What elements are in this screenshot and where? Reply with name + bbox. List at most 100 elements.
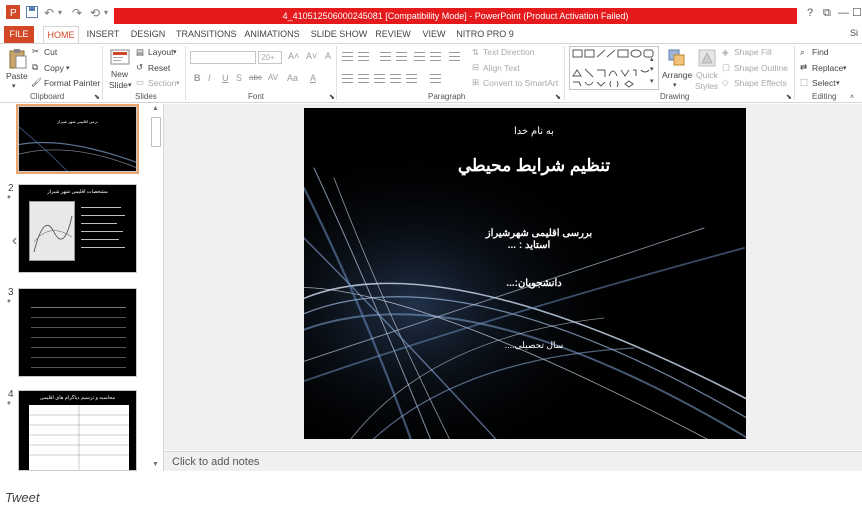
character-spacing-button[interactable]: AV (268, 73, 278, 82)
scroll-down-icon[interactable]: ▼ (152, 461, 159, 468)
minimize-icon[interactable]: — (838, 6, 849, 20)
collapse-panel-icon[interactable]: ‹ (12, 232, 24, 250)
quick-styles-icon[interactable] (698, 49, 716, 70)
font-size-combo[interactable]: 20+ (258, 51, 282, 64)
notes-pane[interactable]: Click to add notes (164, 451, 862, 471)
scroll-up-icon[interactable]: ▲ (152, 105, 159, 112)
cut-button[interactable]: Cut (44, 47, 57, 58)
tab-transitions[interactable]: TRANSITIONS (176, 26, 237, 43)
change-case-button[interactable]: Aa (287, 73, 298, 83)
increase-indent-icon[interactable] (396, 52, 407, 61)
rtl-icon[interactable] (414, 52, 425, 61)
font-launcher-icon[interactable]: ⬊ (329, 92, 335, 103)
select-button[interactable]: Select (812, 78, 836, 89)
tab-home[interactable]: HOME (43, 26, 79, 43)
reset-button[interactable]: Reset (148, 63, 170, 74)
font-color-button[interactable]: A (310, 73, 316, 83)
find-button[interactable]: Find (812, 47, 829, 58)
layout-dropdown-icon[interactable]: ▾ (173, 47, 177, 58)
shapes-more-icon[interactable]: ▾ (650, 76, 654, 87)
shape-effects-button[interactable]: Shape Effects (734, 78, 787, 89)
select-dropdown-icon[interactable]: ▾ (836, 78, 840, 89)
align-right-icon[interactable] (374, 74, 385, 83)
underline-button[interactable]: U (222, 73, 229, 83)
line-spacing-icon[interactable] (449, 52, 460, 61)
slide-academic-year[interactable]: سال تحصیلی.... (494, 340, 574, 351)
tab-design[interactable]: DESIGN (129, 26, 167, 43)
shape-outline-button[interactable]: Shape Outline (734, 63, 788, 74)
bullets-icon[interactable] (342, 52, 353, 61)
slide-thumbnail-2[interactable]: مشخصات اقلیمی شهر شیراز (18, 184, 137, 273)
section-button[interactable]: Section (148, 78, 176, 89)
arrange-button[interactable]: Arrange (662, 70, 692, 81)
numbering-icon[interactable] (358, 52, 369, 61)
slides-scrollbar[interactable]: ▲ ▼ (150, 104, 162, 471)
convert-smartart-button[interactable]: Convert to SmartArt (483, 78, 558, 89)
distributed-icon[interactable] (406, 74, 417, 83)
tab-review[interactable]: REVIEW (374, 26, 412, 43)
slide-teacher[interactable]: استاید : ... (494, 240, 564, 251)
redo-icon[interactable]: ↷ (72, 6, 82, 20)
maximize-icon[interactable]: ☐ (852, 6, 862, 20)
undo-dropdown-icon[interactable]: ▾ (58, 6, 62, 20)
scroll-thumb[interactable] (151, 117, 161, 147)
collapse-ribbon-icon[interactable]: ˄ (850, 92, 854, 103)
tab-insert[interactable]: INSERT (85, 26, 121, 43)
paste-dropdown-icon[interactable]: ▾ (12, 81, 16, 92)
slide-thumbnail-1[interactable]: برمی اقلیمی شهر شیراز (16, 104, 139, 174)
text-shadow-button[interactable]: S (236, 73, 242, 83)
paste-icon[interactable] (8, 48, 28, 73)
undo-icon[interactable]: ↶ (44, 6, 54, 20)
customize-qat-icon[interactable]: ▾ (104, 6, 108, 20)
tweet-link[interactable]: Tweet (5, 490, 39, 505)
align-left-icon[interactable] (342, 74, 353, 83)
start-from-beginning-icon[interactable]: ⟲ (90, 6, 100, 20)
copy-dropdown-icon[interactable]: ▾ (66, 63, 70, 74)
new-slide-dropdown-icon[interactable]: ▾ (128, 80, 132, 91)
ribbon-display-icon[interactable]: ⧉ (823, 6, 831, 20)
slide-students[interactable]: دانشجویان:... (494, 278, 574, 289)
justify-icon[interactable] (390, 74, 401, 83)
drawing-launcher-icon[interactable]: ⬊ (786, 92, 792, 103)
bold-button[interactable]: B (194, 73, 201, 83)
replace-dropdown-icon[interactable]: ▾ (843, 63, 847, 74)
slide-subject[interactable]: بررسی اقلیمی شهرشیراز (484, 228, 594, 239)
slide-title[interactable]: تنظیم شرایط محیطي (454, 156, 614, 176)
shapes-gallery[interactable] (569, 46, 659, 93)
current-slide[interactable]: به نام خدا تنظیم شرایط محیطي بررسی اقلیم… (304, 108, 746, 439)
save-icon[interactable] (26, 6, 38, 20)
clipboard-launcher-icon[interactable]: ⬊ (94, 92, 100, 103)
align-text-button[interactable]: Align Text (483, 63, 520, 74)
notes-placeholder[interactable]: Click to add notes (172, 456, 259, 468)
quick-styles-button[interactable]: Quick (696, 70, 718, 81)
slide-thumbnail-4[interactable]: محاسبه و ترسیم دیاگرام های اقلیمی (18, 390, 137, 471)
slide-thumbnail-3[interactable] (18, 288, 137, 377)
ltr-icon[interactable] (430, 52, 441, 61)
replace-button[interactable]: Replace (812, 63, 843, 74)
tab-file[interactable]: FILE (4, 26, 34, 43)
columns-icon[interactable] (430, 74, 441, 83)
shapes-scroll-down-icon[interactable]: ▾ (650, 64, 654, 75)
arrange-icon[interactable] (668, 49, 686, 70)
arrange-dropdown-icon[interactable]: ▾ (673, 80, 677, 91)
clear-formatting-icon[interactable]: A (325, 51, 331, 61)
tab-nitro-pro[interactable]: NITRO PRO 9 (455, 26, 515, 43)
font-family-combo[interactable] (190, 51, 256, 64)
slide-heading-bismillah[interactable]: به نام خدا (494, 126, 574, 137)
tab-slide-show[interactable]: SLIDE SHOW (310, 26, 368, 43)
new-slide-button[interactable]: New (111, 69, 128, 80)
text-direction-button[interactable]: Text Direction (483, 47, 535, 58)
tab-view[interactable]: VIEW (418, 26, 450, 43)
format-painter-button[interactable]: Format Painter (44, 78, 100, 89)
layout-button[interactable]: Layout (148, 47, 174, 58)
strikethrough-button[interactable]: abc (249, 73, 262, 82)
italic-button[interactable]: I (208, 73, 211, 83)
copy-button[interactable]: Copy (44, 63, 64, 74)
decrease-indent-icon[interactable] (380, 52, 391, 61)
paragraph-launcher-icon[interactable]: ⬊ (555, 92, 561, 103)
user-account[interactable]: Si (850, 28, 858, 38)
shape-fill-button[interactable]: Shape Fill (734, 47, 772, 58)
decrease-font-icon[interactable]: A˅ (306, 51, 317, 61)
align-center-icon[interactable] (358, 74, 369, 83)
new-slide-icon[interactable] (110, 47, 130, 70)
